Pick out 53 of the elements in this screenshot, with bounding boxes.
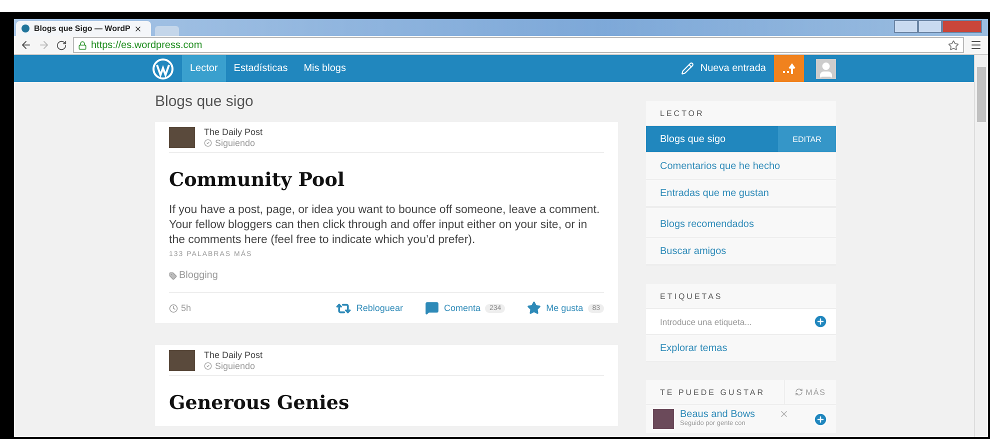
follow-icon[interactable] — [813, 412, 828, 427]
blog-name[interactable]: The Daily Post — [204, 127, 263, 137]
follow-status: Siguiendo — [204, 138, 263, 148]
new-post-link[interactable]: Nueva entrada — [681, 62, 774, 75]
maximize-button[interactable] — [918, 20, 942, 33]
nav-tab[interactable]: Estadísticas — [226, 55, 296, 82]
check-icon — [204, 139, 212, 147]
avatar-icon[interactable] — [816, 58, 836, 78]
sidebar-link[interactable]: Blogs que sigo — [646, 134, 778, 144]
check-icon — [204, 362, 212, 370]
more-button[interactable]: MÁS — [784, 380, 836, 404]
post-title[interactable]: Community Pool — [169, 169, 604, 191]
address-field[interactable]: https://es.wordpress.com — [73, 37, 964, 53]
edit-button[interactable]: EDITAR — [778, 126, 836, 152]
post-time: 5h — [169, 303, 314, 313]
wordpress-logo — [152, 58, 174, 80]
avatar-photo-placeholder — [169, 350, 195, 371]
minimize-button[interactable] — [894, 20, 918, 33]
speech-bubble-icon — [424, 301, 439, 315]
nav-tab[interactable]: Mis blogs — [296, 55, 354, 82]
post-title[interactable]: Generous Genies — [169, 392, 604, 414]
sidebar-link[interactable]: Entradas que me gustan — [646, 188, 836, 198]
tag-link[interactable]: Blogging — [169, 270, 604, 281]
refresh-icon — [794, 388, 803, 396]
lock-icon — [78, 40, 87, 50]
follow-status: Siguiendo — [204, 361, 263, 371]
menu-icon[interactable] — [970, 39, 982, 51]
post-excerpt: If you have a post, page, or idea you want to bounce off someone, leave a comment. Your fellow bloggers can then click through and offer input either on your site, or in the comments here (feel free to indicate which you’d prefer). — [169, 203, 601, 248]
close-icon[interactable] — [134, 24, 142, 32]
arrow-up-icon — [782, 62, 796, 74]
notifications-button[interactable] — [774, 55, 804, 82]
blog-photo-placeholder — [653, 409, 674, 429]
panel-heading: TE PUEDE GUSTAR — [660, 388, 765, 396]
sidebar-link[interactable]: Blogs recomendados — [646, 218, 836, 230]
reblog-link[interactable]: Rebloguear — [336, 300, 403, 316]
star-icon[interactable] — [948, 40, 959, 50]
sidebar-link[interactable]: Comentarios que he hecho — [646, 160, 836, 172]
explore-topics-link[interactable]: Explorar temas — [646, 342, 836, 354]
tag-input-field[interactable]: Introduce una etiqueta... — [646, 309, 836, 334]
star-icon — [527, 301, 542, 315]
nav-tab[interactable]: Lector — [182, 55, 226, 82]
tag-icon — [169, 272, 177, 280]
reload-icon[interactable] — [56, 40, 67, 50]
clock-icon — [169, 304, 178, 312]
suggested-blog-link[interactable]: Beaus and Bows — [680, 409, 773, 420]
pencil-icon — [681, 62, 694, 75]
browser-tab[interactable]: Blogs que Sigo — WordP — [16, 21, 151, 36]
scrollbar[interactable] — [974, 55, 988, 437]
page-title: Blogs que sigo — [155, 93, 254, 110]
back-icon[interactable] — [20, 39, 32, 51]
avatar-photo-placeholder — [169, 127, 195, 148]
blog-name[interactable]: The Daily Post — [204, 350, 263, 360]
sidebar-link[interactable]: Buscar amigos — [646, 246, 836, 256]
